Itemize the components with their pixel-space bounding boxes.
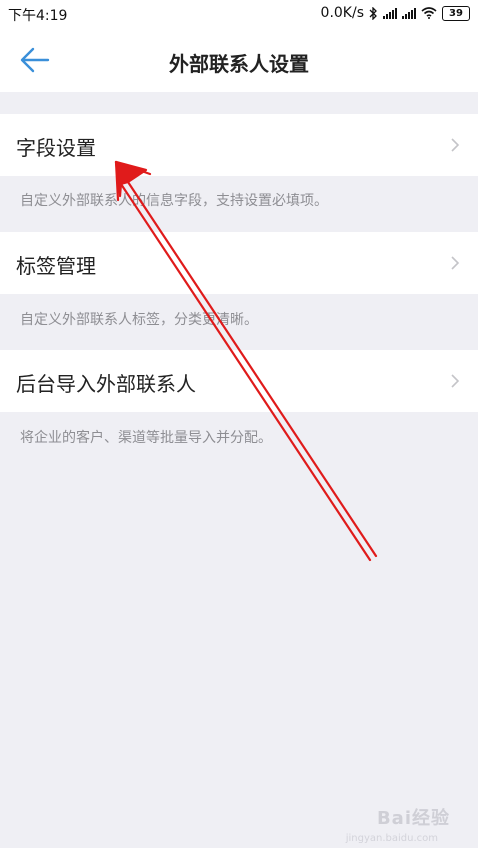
status-icons: 0.0K/s 39 — [321, 5, 470, 21]
status-bar: 下午4:19 0.0K/s 39 — [0, 0, 478, 26]
settings-item-description: 将企业的客户、渠道等批量导入并分配。 — [20, 430, 272, 446]
settings-item-field-settings[interactable]: 字段设置 — [0, 114, 478, 176]
status-time: 下午4:19 — [8, 8, 68, 24]
settings-item-description: 自定义外部联系人的信息字段，支持设置必填项。 — [20, 193, 328, 209]
bluetooth-icon — [369, 6, 377, 20]
page-title: 外部联系人设置 — [169, 52, 309, 76]
wifi-icon — [421, 7, 437, 19]
watermark-logo: Bai经验 — [376, 808, 450, 829]
settings-item-tag-management[interactable]: 标签管理 — [0, 232, 478, 294]
settings-item-description: 自定义外部联系人标签，分类更清晰。 — [20, 312, 258, 328]
watermark-url: jingyan.baidu.com — [345, 833, 438, 844]
signal-icon — [383, 7, 397, 19]
network-speed: 0.0K/s — [320, 5, 364, 21]
settings-item-label: 字段设置 — [16, 136, 96, 160]
chevron-right-icon — [451, 374, 460, 388]
settings-item-label: 标签管理 — [16, 254, 96, 278]
chevron-right-icon — [451, 256, 460, 270]
settings-item-backend-import[interactable]: 后台导入外部联系人 — [0, 350, 478, 412]
nav-bar: 外部联系人设置 — [0, 26, 478, 92]
battery-icon: 39 — [442, 5, 470, 21]
chevron-right-icon — [451, 138, 460, 152]
signal-icon-2 — [402, 7, 416, 19]
settings-item-label: 后台导入外部联系人 — [16, 372, 196, 396]
